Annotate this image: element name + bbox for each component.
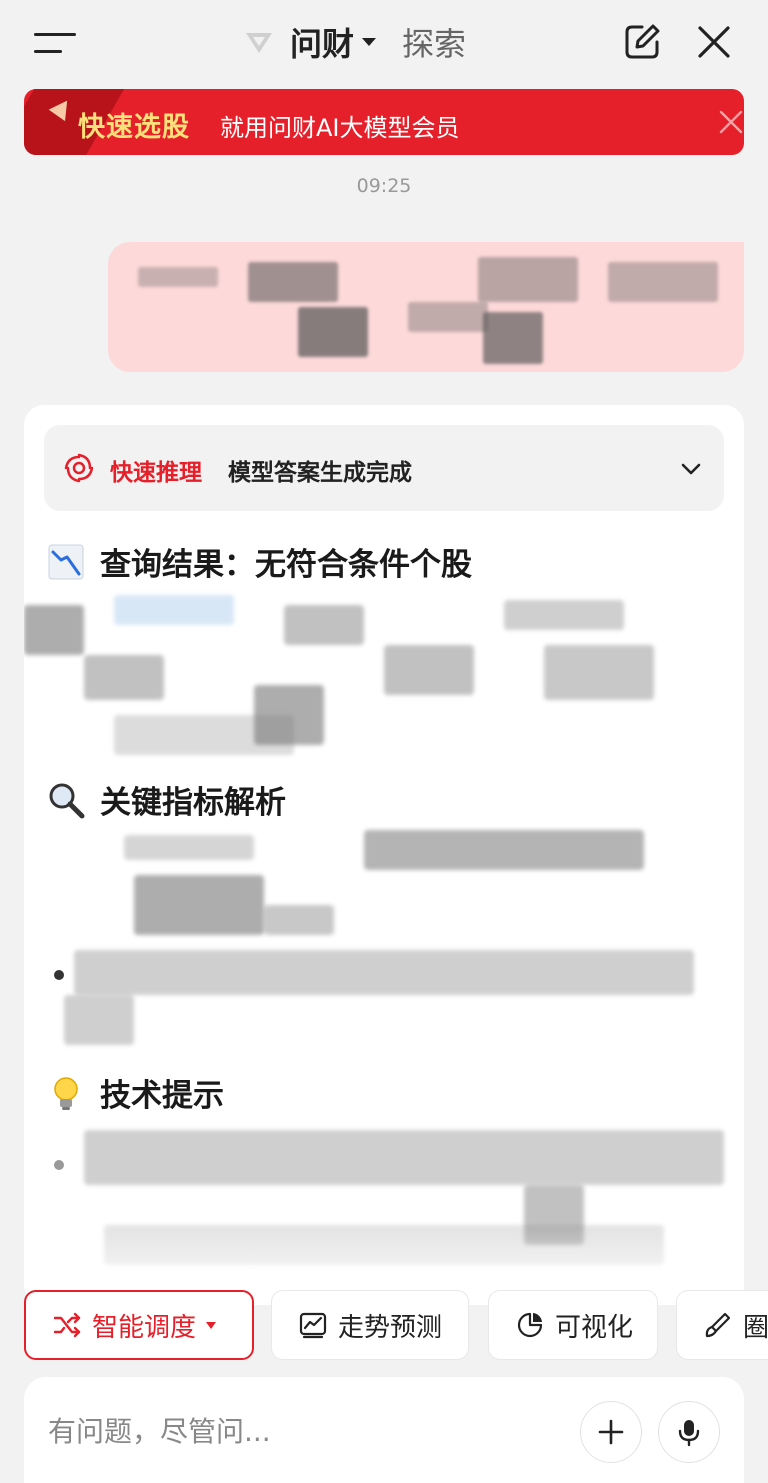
chip-dropdown-icon[interactable] xyxy=(206,1321,217,1329)
redaction-scribble xyxy=(84,655,164,700)
top-bar: 问财 探索 xyxy=(0,0,768,86)
chevron-down-icon[interactable] xyxy=(680,458,702,480)
redaction-scribble xyxy=(138,267,218,287)
chip-visualize[interactable]: 可视化 xyxy=(488,1290,658,1360)
voice-input-button[interactable] xyxy=(658,1401,720,1463)
redaction-scribble xyxy=(608,262,718,302)
redaction-scribble xyxy=(84,1130,724,1185)
reasoning-mode-label: 快速推理 xyxy=(110,460,202,486)
plus-icon xyxy=(598,1419,624,1445)
microphone-icon xyxy=(678,1420,700,1447)
redaction-scribble xyxy=(298,307,368,357)
reasoning-spiral-icon xyxy=(64,453,94,483)
list-bullet xyxy=(54,970,64,980)
pie-chart-icon xyxy=(517,1312,543,1338)
answer-card: 快速推理 模型答案生成完成 查询结果：无符合条件个股 关键指标解析 技术提示 xyxy=(24,405,744,1305)
redaction-scribble xyxy=(384,645,474,695)
magnifier-icon xyxy=(49,783,85,818)
app-root: 问财 探索 快速选股 就用问财AI大模型会员 09:25 快速推理 模型答案生成… xyxy=(0,0,768,1483)
redaction-scribble xyxy=(74,950,694,995)
redaction-scribble xyxy=(504,600,624,630)
shuffle-icon xyxy=(53,1312,81,1338)
title-group[interactable]: 问财 探索 xyxy=(244,20,466,64)
section-heading-indicators: 关键指标解析 xyxy=(46,777,286,822)
redaction-scribble xyxy=(483,312,543,364)
message-timestamp: 09:25 xyxy=(356,175,412,197)
reasoning-status-text: 模型答案生成完成 xyxy=(228,460,412,486)
lightbulb-icon xyxy=(54,1076,78,1110)
section-heading-results: 查询结果：无符合条件个股 xyxy=(46,539,472,584)
redaction-scribble xyxy=(64,995,134,1045)
redaction-scribble xyxy=(264,905,334,935)
menu-icon[interactable] xyxy=(34,30,76,56)
section-title: 查询结果：无符合条件个股 xyxy=(100,547,472,583)
app-logo-icon xyxy=(246,33,272,53)
chat-input-bar xyxy=(24,1377,744,1483)
redaction-scribble xyxy=(544,645,654,700)
redaction-scribble xyxy=(114,715,294,755)
close-icon[interactable] xyxy=(694,22,734,62)
chip-circle-select[interactable]: 圈 xyxy=(676,1290,768,1360)
add-attachment-button[interactable] xyxy=(580,1401,642,1463)
trend-chart-icon xyxy=(299,1312,327,1339)
section-title: 关键指标解析 xyxy=(100,785,286,821)
redaction-scribble xyxy=(134,875,264,935)
chip-label: 可视化 xyxy=(555,1312,634,1343)
section-title: 技术提示 xyxy=(100,1078,224,1114)
redaction-scribble xyxy=(408,302,488,332)
section-heading-tips: 技术提示 xyxy=(46,1070,224,1115)
redaction-scribble xyxy=(284,605,364,645)
promo-text: 就用问财AI大模型会员 xyxy=(220,114,460,142)
redaction-scribble xyxy=(248,262,338,302)
user-message-bubble xyxy=(108,242,744,372)
app-title[interactable]: 问财 xyxy=(290,19,354,65)
redaction-scribble xyxy=(364,830,644,870)
chat-input[interactable] xyxy=(48,1411,568,1451)
list-bullet xyxy=(54,1160,64,1170)
chip-smart-dispatch[interactable]: 智能调度 xyxy=(24,1290,254,1360)
promo-banner[interactable]: 快速选股 就用问财AI大模型会员 xyxy=(24,89,744,155)
chip-label: 智能调度 xyxy=(92,1312,197,1343)
redaction-scribble xyxy=(124,835,254,860)
tab-explore[interactable]: 探索 xyxy=(402,19,466,65)
brush-icon xyxy=(705,1312,731,1338)
new-chat-icon[interactable] xyxy=(622,22,662,62)
title-dropdown-icon[interactable] xyxy=(362,38,377,46)
tool-chip-row: 智能调度 走势预测 可视化 圈 xyxy=(0,1290,768,1362)
chip-trend-forecast[interactable]: 走势预测 xyxy=(271,1290,469,1360)
redaction-scribble xyxy=(478,257,578,302)
redaction-scribble xyxy=(114,595,234,625)
chip-label: 走势预测 xyxy=(338,1312,443,1343)
redaction-scribble xyxy=(24,605,84,655)
chip-label: 圈 xyxy=(743,1312,768,1343)
reasoning-status-bar[interactable]: 快速推理 模型答案生成完成 xyxy=(44,425,724,511)
promo-close-icon[interactable] xyxy=(718,109,744,135)
promo-tag: 快速选股 xyxy=(78,112,190,143)
chart-down-icon xyxy=(48,544,84,579)
